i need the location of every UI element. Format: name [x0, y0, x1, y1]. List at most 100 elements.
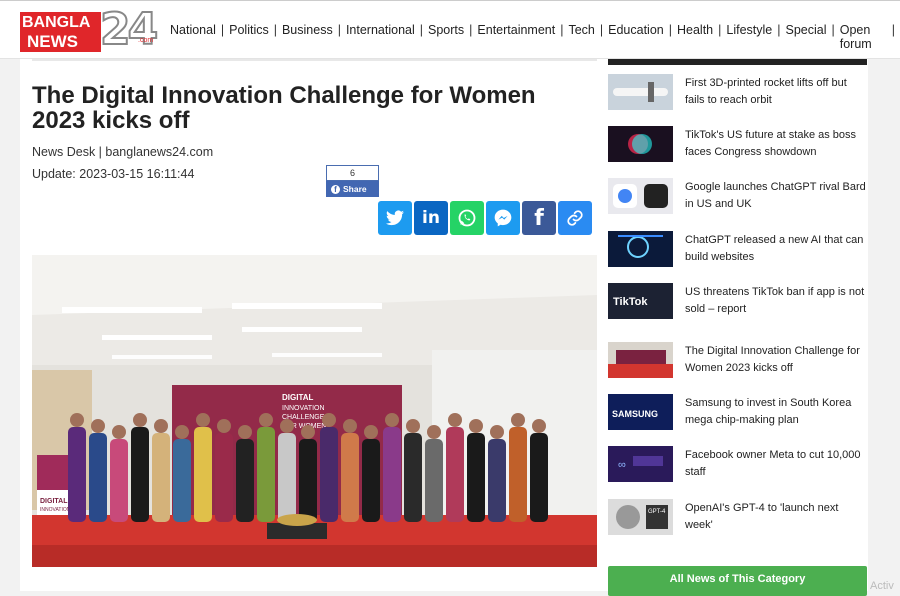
photo-person	[509, 413, 527, 522]
whatsapp-share-button[interactable]	[450, 201, 484, 235]
article-title: The Digital Innovation Challenge for Wom…	[32, 82, 536, 134]
whatsapp-icon	[458, 209, 476, 227]
nav-separator: |	[831, 23, 835, 37]
nav-separator: |	[273, 23, 277, 37]
photo-person	[257, 413, 275, 522]
svg-text:∞: ∞	[618, 459, 626, 471]
nav-item-sports[interactable]: Sports	[428, 23, 469, 51]
news-thumbnail[interactable]	[608, 126, 673, 162]
sidebar-news-item[interactable]: ∞ Facebook owner Meta to cut 10,000 staff	[608, 446, 868, 486]
photo-person	[341, 419, 359, 522]
nav-item-special[interactable]: Special	[786, 23, 832, 51]
article-photo: DIGITAL INNOVATION CHALLENGE FOR WOMEN D…	[32, 255, 597, 567]
linkedin-icon: in	[422, 208, 440, 228]
photo-person	[194, 413, 212, 522]
site-header: BANGLA NEWS 24 .com National | Politics | Bu…	[0, 0, 900, 59]
photo-person	[446, 413, 464, 522]
all-news-category-button[interactable]: All News of This Category	[608, 566, 867, 596]
photo-person	[467, 419, 485, 522]
standee-line1: DIGITAL	[40, 498, 68, 505]
divider	[32, 59, 597, 61]
news-thumbnail[interactable]	[608, 231, 673, 267]
sidebar-news-item[interactable]: First 3D-printed rocket lifts off but fa…	[608, 74, 868, 114]
related-news-sidebar: First 3D-printed rocket lifts off but fa…	[608, 59, 868, 596]
logo-dotcom: .com	[138, 37, 154, 44]
facebook-share-button-large[interactable]: f	[522, 201, 556, 235]
sidebar-news-title[interactable]: US threatens TikTok ban if app is not so…	[685, 284, 868, 318]
thumb-label-tiktok: TikTok	[613, 296, 648, 308]
nav-item-business[interactable]: Business	[282, 23, 338, 51]
sidebar-news-title[interactable]: First 3D-printed rocket lifts off but fa…	[685, 75, 868, 109]
sidebar-news-item[interactable]: Google launches ChatGPT rival Bard in US…	[608, 178, 868, 218]
sidebar-news-title[interactable]: OpenAI's GPT-4 to 'launch next week'	[685, 500, 868, 534]
nav-item-lifestyle[interactable]: Lifestyle	[726, 23, 777, 51]
sidebar-news-item[interactable]: GPT-4 OpenAI's GPT-4 to 'launch next week…	[608, 499, 868, 539]
photo-person	[278, 419, 296, 522]
sidebar-news-title[interactable]: ChatGPT released a new AI that can build…	[685, 232, 868, 266]
standee-line2: INNOVATION	[40, 507, 71, 513]
sidebar-news-title[interactable]: TikTok's US future at stake as boss face…	[685, 127, 868, 161]
nav-separator: |	[891, 23, 895, 37]
sidebar-news-title[interactable]: Google launches ChatGPT rival Bard in US…	[685, 179, 868, 213]
messenger-share-button[interactable]	[486, 201, 520, 235]
article-author: News Desk | banglanews24.com	[32, 145, 214, 159]
news-thumbnail[interactable]: TikTok	[608, 283, 673, 319]
photo-banner-line1: DIGITAL	[282, 393, 314, 402]
facebook-icon: f	[534, 205, 544, 231]
news-thumbnail[interactable]: SAMSUNG	[608, 394, 673, 430]
news-thumbnail[interactable]	[608, 74, 673, 110]
sidebar-news-item[interactable]: ChatGPT released a new AI that can build…	[608, 231, 868, 271]
facebook-share-button[interactable]: f Share	[326, 181, 379, 197]
sidebar-header-bar	[608, 59, 867, 65]
sidebar-news-item[interactable]: SAMSUNG Samsung to invest in South Korea …	[608, 394, 868, 434]
sidebar-news-title[interactable]: The Digital Innovation Challenge for Wom…	[685, 343, 868, 377]
thumb-label-gpt4: GPT-4	[648, 509, 666, 515]
photo-person	[383, 413, 401, 522]
nav-separator: |	[220, 23, 225, 37]
nav-item-open-forum[interactable]: Open forum	[840, 23, 892, 51]
site-logo[interactable]: BANGLA NEWS 24 .com	[20, 3, 159, 56]
sidebar-news-item[interactable]: The Digital Innovation Challenge for Wom…	[608, 342, 868, 382]
news-thumbnail[interactable]: ∞	[608, 446, 673, 482]
thumb-label-samsung: SAMSUNG	[612, 409, 658, 419]
sidebar-news-title[interactable]: Samsung to invest in South Korea mega ch…	[685, 395, 868, 429]
sidebar-news-title[interactable]: Facebook owner Meta to cut 10,000 staff	[685, 447, 868, 481]
photo-person	[131, 413, 149, 522]
twitter-icon	[386, 210, 404, 226]
nav-separator: |	[469, 23, 473, 37]
nav-item-entertainment[interactable]: Entertainment	[477, 23, 560, 51]
article-container: The Digital Innovation Challenge for Wom…	[20, 59, 610, 591]
photo-person	[152, 419, 170, 522]
os-watermark: Activ	[870, 580, 894, 592]
nav-separator: |	[337, 23, 341, 37]
nav-separator: |	[419, 23, 424, 37]
nav-separator: |	[560, 23, 564, 37]
facebook-share-widget[interactable]: 6 f Share	[326, 165, 379, 197]
photo-person	[89, 419, 107, 522]
news-thumbnail[interactable]	[608, 342, 673, 378]
nav-item-politics[interactable]: Politics	[229, 23, 274, 51]
facebook-share-label: Share	[343, 184, 367, 194]
nav-item-national[interactable]: National	[170, 23, 221, 51]
nav-item-tech[interactable]: Tech	[568, 23, 599, 51]
news-thumbnail[interactable]: GPT-4	[608, 499, 673, 535]
messenger-icon	[494, 209, 512, 227]
nav-separator: |	[718, 23, 722, 37]
photo-person	[215, 419, 233, 522]
logo-text-news: NEWS	[27, 32, 78, 51]
photo-person	[530, 419, 548, 522]
news-thumbnail[interactable]	[608, 178, 673, 214]
photo-person	[404, 419, 422, 522]
nav-item-education[interactable]: Education	[608, 23, 669, 51]
copy-link-button[interactable]	[558, 201, 592, 235]
photo-person	[320, 413, 338, 522]
linkedin-share-button[interactable]: in	[414, 201, 448, 235]
twitter-share-button[interactable]	[378, 201, 412, 235]
sidebar-news-item[interactable]: TikTok US threatens TikTok ban if app is …	[608, 283, 868, 323]
photo-banner-line2: INNOVATION	[282, 405, 325, 412]
main-nav: National | Politics | Business | International…	[170, 23, 900, 51]
sidebar-news-item[interactable]: TikTok's US future at stake as boss face…	[608, 126, 868, 166]
nav-item-health[interactable]: Health	[677, 23, 718, 51]
nav-item-international[interactable]: International	[346, 23, 420, 51]
logo-number: 24	[99, 3, 159, 56]
